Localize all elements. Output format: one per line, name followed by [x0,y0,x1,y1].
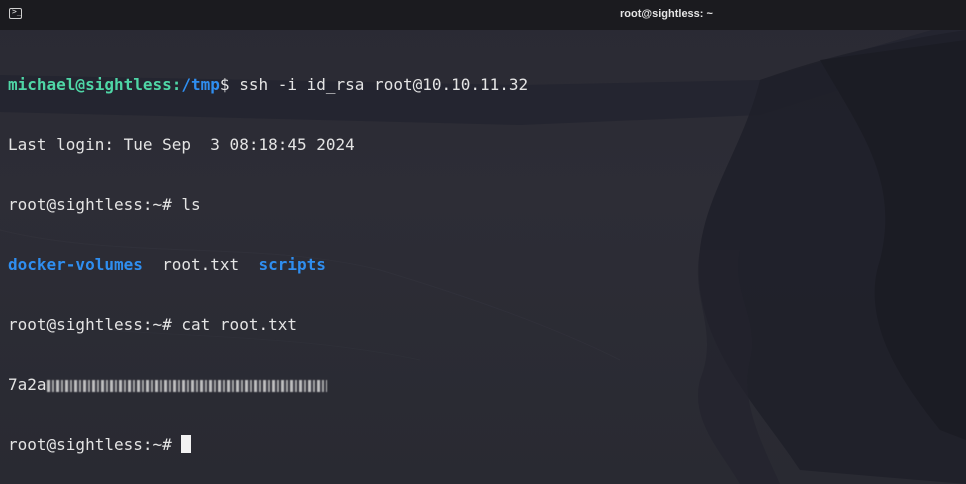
redacted-flag [46,379,327,392]
dir-docker-volumes: docker-volumes [8,255,143,274]
file-root-txt: root.txt [162,255,240,274]
user-host-prompt: michael@sightless: [8,75,182,94]
command-text: ls [181,195,201,214]
terminal-line-1: michael@sightless:/tmp$ ssh -i id_rsa ro… [8,75,528,95]
terminal-output[interactable]: michael@sightless:/tmp$ ssh -i id_rsa ro… [8,35,528,484]
terminal-window: >_ root@sightless: ~ michael@sightless:/… [0,0,966,484]
window-title: root@sightless: ~ [620,8,713,20]
terminal-line-4: docker-volumes root.txt scripts [8,255,528,275]
dir-scripts: scripts [258,255,326,274]
command-text: cat root.txt [181,315,297,334]
terminal-line-6: 7a2a [8,375,528,395]
terminal-line-5: root@sightless:~# cat root.txt [8,315,528,335]
title-bar: >_ root@sightless: ~ [0,0,966,30]
root-prompt: root@sightless:~# [8,435,182,454]
terminal-line-3: root@sightless:~# ls [8,195,528,215]
command-text: ssh -i id_rsa root@10.10.11.32 [229,75,529,94]
prompt-symbol: $ [219,75,230,94]
root-prompt: root@sightless:~# [8,195,182,214]
terminal-line-2: Last login: Tue Sep 3 08:18:45 2024 [8,135,355,154]
terminal-icon[interactable]: >_ [9,7,22,19]
text-cursor [181,435,192,453]
flag-visible-prefix: 7a2a [8,375,47,394]
root-prompt: root@sightless:~# [8,315,182,334]
terminal-line-7: root@sightless:~# [8,435,528,455]
cwd-path: /tmp [181,75,220,94]
